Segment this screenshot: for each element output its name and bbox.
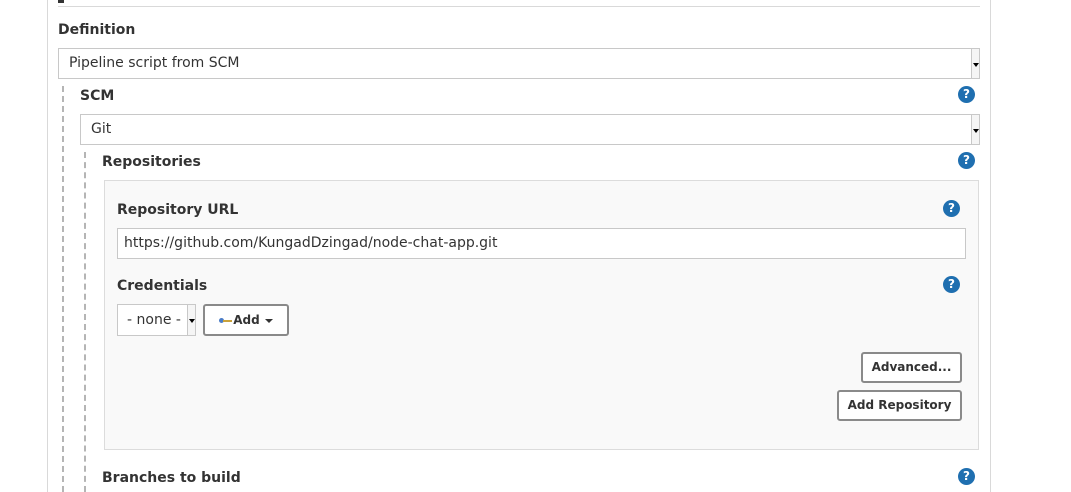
caret-down-icon <box>264 318 273 323</box>
section-divider <box>58 6 980 7</box>
scm-nesting-line <box>62 86 64 492</box>
credentials-select-value: - none - <box>127 312 181 328</box>
help-icon[interactable]: ? <box>943 200 960 217</box>
credentials-label: Credentials <box>117 278 208 294</box>
chevron-down-icon[interactable] <box>971 49 979 78</box>
branches-to-build-label: Branches to build <box>102 470 241 486</box>
scm-label: SCM <box>80 88 115 104</box>
add-button-label: Add <box>233 313 260 327</box>
definition-label: Definition <box>58 22 136 38</box>
key-add-icon <box>219 317 233 325</box>
add-credentials-button[interactable]: Add <box>203 304 289 336</box>
repositories-label: Repositories <box>102 154 201 170</box>
scm-select[interactable]: Git <box>80 114 980 145</box>
help-icon[interactable]: ? <box>958 86 975 103</box>
repository-url-label: Repository URL <box>117 202 239 218</box>
repository-url-input[interactable]: https://github.com/KungadDzingad/node-ch… <box>117 228 966 259</box>
help-icon[interactable]: ? <box>943 276 960 293</box>
chevron-down-icon[interactable] <box>971 115 979 144</box>
credentials-select[interactable]: - none - <box>117 304 196 336</box>
section-header-fragment <box>58 0 64 3</box>
git-nesting-line <box>84 152 86 492</box>
chevron-down-icon[interactable] <box>187 305 195 335</box>
panel-right-border <box>990 0 991 492</box>
advanced-button[interactable]: Advanced... <box>861 352 962 383</box>
help-icon[interactable]: ? <box>958 152 975 169</box>
panel-left-border <box>47 0 48 492</box>
definition-select-value: Pipeline script from SCM <box>69 55 240 71</box>
definition-select[interactable]: Pipeline script from SCM <box>58 48 980 79</box>
add-repository-button[interactable]: Add Repository <box>837 390 962 421</box>
help-icon[interactable]: ? <box>958 468 975 485</box>
scm-select-value: Git <box>91 121 112 137</box>
